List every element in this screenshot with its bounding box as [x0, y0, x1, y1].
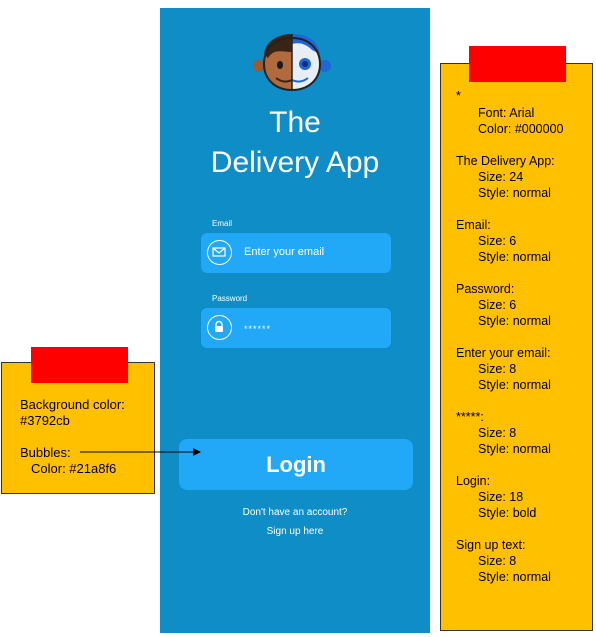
spec-line: Style: normal	[478, 314, 551, 328]
spec-line: Size: 18	[478, 490, 524, 504]
spec-line: Size: 8	[478, 554, 517, 568]
spec-line: The Delivery App:	[456, 154, 555, 168]
spec-line: Email:	[456, 218, 491, 232]
spec-line: *	[456, 89, 461, 103]
spec-line: Style: normal	[478, 570, 551, 584]
spec-line: Style: normal	[478, 442, 551, 456]
note-tab	[469, 46, 566, 82]
spec-line: Size: 24	[478, 170, 524, 184]
spec-line: Sign up text:	[456, 538, 526, 552]
spec-line: Font: Arial	[478, 106, 535, 120]
spec-line: Style: normal	[478, 250, 551, 264]
spec-note: * Font: Arial Color: #000000 The Deliver…	[440, 46, 593, 631]
spec-line: Size: 6	[478, 234, 517, 248]
spec-line: *****:	[456, 410, 484, 424]
spec-line: Style: bold	[478, 506, 537, 520]
spec-line: Style: normal	[478, 186, 551, 200]
spec-line: Size: 8	[478, 362, 517, 376]
spec-line: Enter your email:	[456, 346, 551, 360]
spec-line: Password:	[456, 282, 515, 296]
spec-line: Style: normal	[478, 378, 551, 392]
spec-line: Color: #000000	[478, 122, 564, 136]
spec-line: Login:	[456, 474, 491, 488]
spec-line: Size: 6	[478, 298, 517, 312]
spec-line: Size: 8	[478, 426, 517, 440]
